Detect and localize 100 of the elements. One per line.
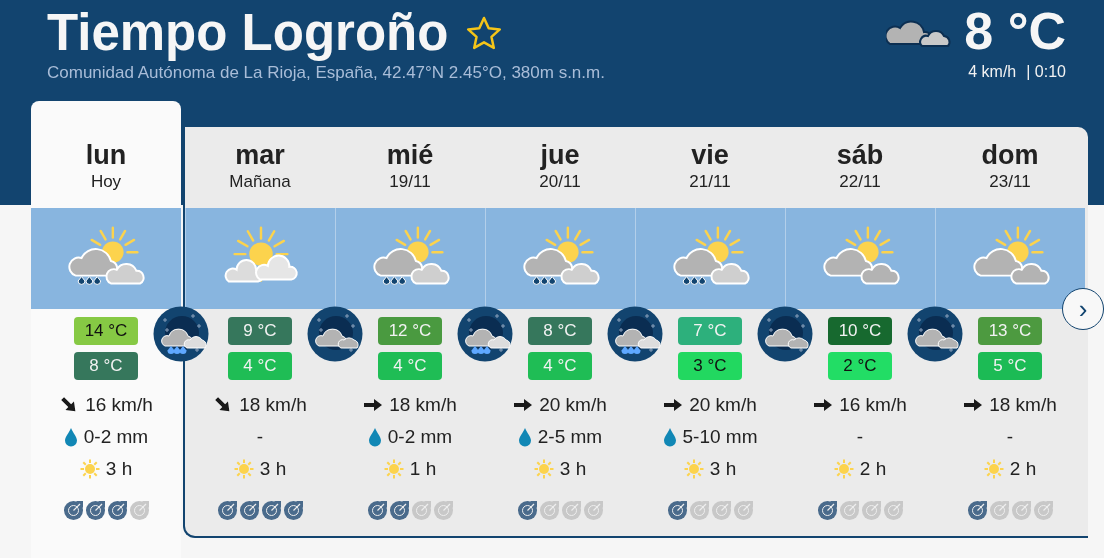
- day-date: 20/11: [539, 171, 581, 193]
- min-temperature: 3 °C: [678, 352, 742, 380]
- precipitation: 2-5 mm: [537, 426, 603, 448]
- wind-speed: 18 km/h: [239, 394, 307, 416]
- day-name: lun: [85, 140, 127, 170]
- target-icon: [883, 501, 903, 520]
- target-icon: [411, 501, 431, 520]
- raindrop-icon: [662, 427, 677, 447]
- target-icon: [63, 501, 83, 520]
- day-name: sáb: [836, 140, 884, 170]
- sun-hours: 2 h: [1009, 458, 1037, 480]
- raindrop-icon: [63, 427, 78, 447]
- sun-hours: 3 h: [259, 458, 287, 480]
- precipitation: -: [256, 426, 264, 448]
- target-icon: [561, 501, 581, 520]
- min-temperature: 4 °C: [378, 352, 442, 380]
- precipitation: -: [1006, 426, 1014, 448]
- target-icon: [433, 501, 453, 520]
- target-icon: [539, 501, 559, 520]
- day-name: jue: [540, 140, 580, 170]
- max-temperature: 7 °C: [678, 317, 742, 345]
- max-temperature: 13 °C: [978, 317, 1042, 345]
- precipitation: 0-2 mm: [387, 426, 453, 448]
- max-temperature: 14 °C: [74, 317, 138, 345]
- sun-icon: [533, 459, 554, 479]
- target-icon: [389, 501, 409, 520]
- target-icon: [239, 501, 259, 520]
- day-name: mar: [235, 140, 285, 170]
- selected-day-card[interactable]: lun Hoy 14 °C 8 °C 16 km/h 0-2 mm 3 h: [31, 101, 181, 558]
- target-icon: [129, 501, 149, 520]
- target-icon: [583, 501, 603, 520]
- current-temperature: 8 °C: [964, 1, 1066, 62]
- target-icon: [217, 501, 237, 520]
- min-temperature: 4 °C: [528, 352, 592, 380]
- target-icon: [689, 501, 709, 520]
- sun-hours: 3 h: [559, 458, 587, 480]
- precipitation: -: [856, 426, 864, 448]
- day-name: vie: [691, 140, 729, 170]
- wind-arrow-icon: [663, 398, 684, 412]
- min-temperature: 2 °C: [828, 352, 892, 380]
- wind-speed: 20 km/h: [539, 394, 607, 416]
- target-icon: [733, 501, 753, 520]
- day-date: Mañana: [229, 171, 291, 193]
- day-name: mié: [386, 140, 434, 170]
- night-weather-icon: [907, 306, 963, 362]
- current-wind: 4 km/h: [968, 63, 1017, 81]
- target-icon: [517, 501, 537, 520]
- wind-arrow-icon: [363, 398, 384, 412]
- target-icon: [989, 501, 1009, 520]
- location-details: Comunidad Autónoma de La Rioja, España, 42.47°N 2.45°O, 380m s.n.m.: [47, 63, 605, 83]
- sun-icon: [383, 459, 404, 479]
- target-icon: [1033, 501, 1053, 520]
- next-button[interactable]: ›: [1062, 288, 1104, 330]
- raindrop-icon: [517, 427, 532, 447]
- wind-arrow-icon: [813, 398, 834, 412]
- day-date: 22/11: [839, 171, 881, 193]
- sun-hours: 2 h: [859, 458, 887, 480]
- day-date: 19/11: [389, 171, 431, 193]
- target-icon: [861, 501, 881, 520]
- max-temperature: 10 °C: [828, 317, 892, 345]
- night-weather-icon: [757, 306, 813, 362]
- target-icon: [85, 501, 105, 520]
- wind-speed: 18 km/h: [389, 394, 457, 416]
- sun-hours: 3 h: [709, 458, 737, 480]
- target-icon: [711, 501, 731, 520]
- target-icon: [817, 501, 837, 520]
- sun-icon: [233, 459, 254, 479]
- raindrop-icon: [367, 427, 382, 447]
- day-name: dom: [981, 140, 1039, 170]
- max-temperature: 12 °C: [378, 317, 442, 345]
- update-time: | 0:10: [1026, 63, 1066, 81]
- day-date: Hoy: [90, 171, 122, 193]
- wind-arrow-icon: [963, 398, 984, 412]
- precipitation: 0-2 mm: [83, 426, 149, 448]
- target-icon: [839, 501, 859, 520]
- day-date: 21/11: [689, 171, 731, 193]
- target-icon: [367, 501, 387, 520]
- target-icon: [667, 501, 687, 520]
- star-icon[interactable]: [466, 16, 503, 50]
- page-title: Tiempo Logroño: [47, 3, 449, 63]
- night-weather-icon: [457, 306, 513, 362]
- target-icon: [107, 501, 127, 520]
- max-temperature: 9 °C: [228, 317, 292, 345]
- max-temperature: 8 °C: [528, 317, 592, 345]
- sun-icon: [983, 459, 1004, 479]
- target-icon: [283, 501, 303, 520]
- wind-speed: 18 km/h: [989, 394, 1057, 416]
- target-icon: [967, 501, 987, 520]
- sun-icon: [79, 459, 100, 479]
- sun-icon: [833, 459, 854, 479]
- day-date: 23/11: [989, 171, 1031, 193]
- target-icon: [261, 501, 281, 520]
- wind-speed: 16 km/h: [85, 394, 153, 416]
- target-icon: [1011, 501, 1031, 520]
- wind-arrow-icon: [513, 398, 534, 412]
- night-weather-icon: [607, 306, 663, 362]
- sun-hours: 3 h: [105, 458, 133, 480]
- wind-speed: 16 km/h: [839, 394, 907, 416]
- precipitation: 5-10 mm: [682, 426, 758, 448]
- min-temperature: 4 °C: [228, 352, 292, 380]
